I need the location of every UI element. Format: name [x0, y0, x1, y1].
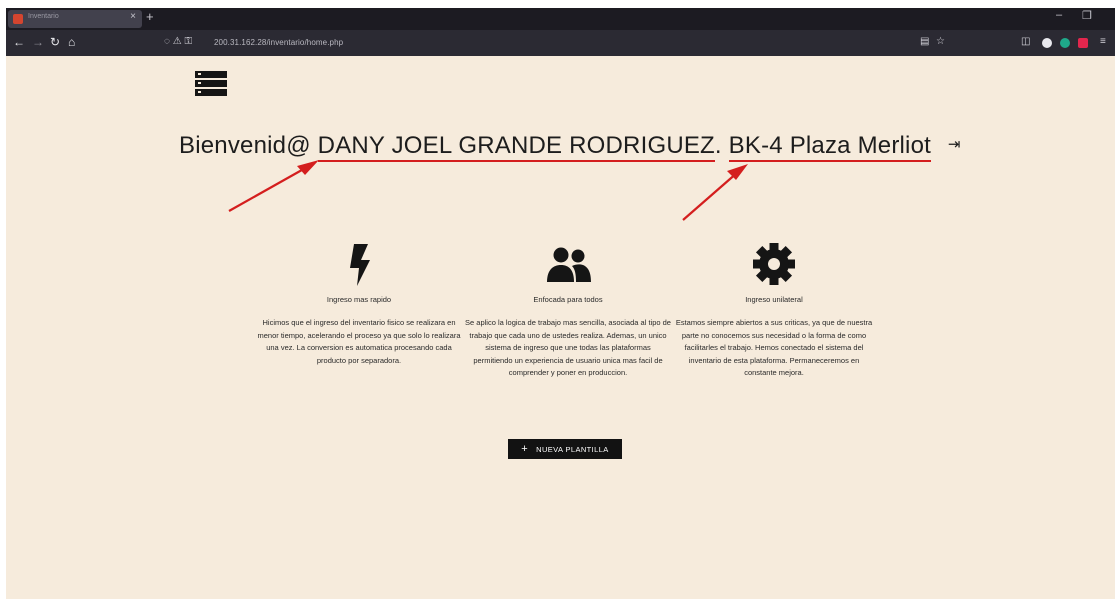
- new-template-button[interactable]: + NUEVA PLANTILLA: [508, 439, 622, 459]
- server-menu-icon[interactable]: [195, 71, 227, 96]
- new-template-label: NUEVA PLANTILLA: [536, 444, 609, 454]
- browser-nav-bar: ← → ↻ ⌂ ◌ ⚠ ⚿ 200.31.162.28/inventario/h…: [6, 30, 1115, 56]
- pocket-icon[interactable]: ◫: [1021, 36, 1030, 47]
- store-location: BK-4 Plaza Merliot: [728, 132, 932, 162]
- feature-title: Enfocada para todos: [533, 295, 603, 304]
- gear-icon: [753, 243, 795, 285]
- feature-unilateral-entry: Ingreso unilateral Estamos siempre abier…: [674, 242, 874, 380]
- user-name: DANY JOEL GRANDE RODRIGUEZ: [317, 132, 715, 162]
- users-icon: [547, 247, 591, 282]
- reader-mode-icon[interactable]: ▤: [920, 36, 929, 47]
- feature-title: Ingreso unilateral: [745, 295, 803, 304]
- bolt-icon: [350, 244, 370, 286]
- window-restore-button[interactable]: ❐: [1082, 9, 1092, 22]
- feature-title: Ingreso mas rapido: [326, 295, 392, 304]
- site-security-icon[interactable]: ◌ ⚠ ⚿: [164, 36, 192, 47]
- feature-for-everyone: Enfocada para todos Se aplico la logica …: [465, 242, 671, 380]
- extension-icon[interactable]: [1042, 38, 1052, 48]
- reload-icon[interactable]: ↻: [50, 35, 60, 49]
- extension-icon[interactable]: [1060, 38, 1070, 48]
- app-menu-icon[interactable]: ≡: [1100, 36, 1106, 47]
- annotation-arrow-icon: [682, 164, 748, 221]
- new-tab-button[interactable]: +: [146, 9, 154, 24]
- browser-tab[interactable]: Inventario ×: [8, 10, 142, 28]
- plus-icon: +: [521, 443, 529, 455]
- browser-tab-bar: Inventario × + – ❐: [6, 8, 1115, 30]
- greeting-text: Bienvenid@: [179, 132, 311, 159]
- home-icon[interactable]: ⌂: [68, 35, 75, 49]
- back-arrow-icon[interactable]: ←: [13, 35, 25, 49]
- tab-favicon-icon: [13, 14, 23, 24]
- separator: .: [714, 132, 722, 159]
- logout-icon[interactable]: ⇥: [948, 135, 961, 153]
- feature-description: Hicimos que el ingreso del inventario fi…: [257, 318, 461, 365]
- tab-close-icon[interactable]: ×: [130, 11, 136, 22]
- feature-description: Se aplico la logica de trabajo mas senci…: [465, 318, 671, 377]
- extension-icon[interactable]: [1078, 38, 1088, 48]
- forward-arrow-icon[interactable]: →: [32, 35, 44, 49]
- tab-title: Inventario: [28, 13, 59, 20]
- window-minimize-button[interactable]: –: [1056, 9, 1062, 21]
- feature-fast-entry: Ingreso mas rapido Hicimos que el ingres…: [256, 242, 462, 367]
- feature-description: Estamos siempre abiertos a sus criticas,…: [675, 318, 873, 377]
- page-content: Bienvenid@ DANY JOEL GRANDE RODRIGUEZ. B…: [6, 56, 1115, 599]
- bookmark-star-icon[interactable]: ☆: [936, 36, 945, 47]
- annotation-arrow-icon: [228, 160, 319, 212]
- address-bar[interactable]: 200.31.162.28/inventario/home.php: [214, 38, 343, 47]
